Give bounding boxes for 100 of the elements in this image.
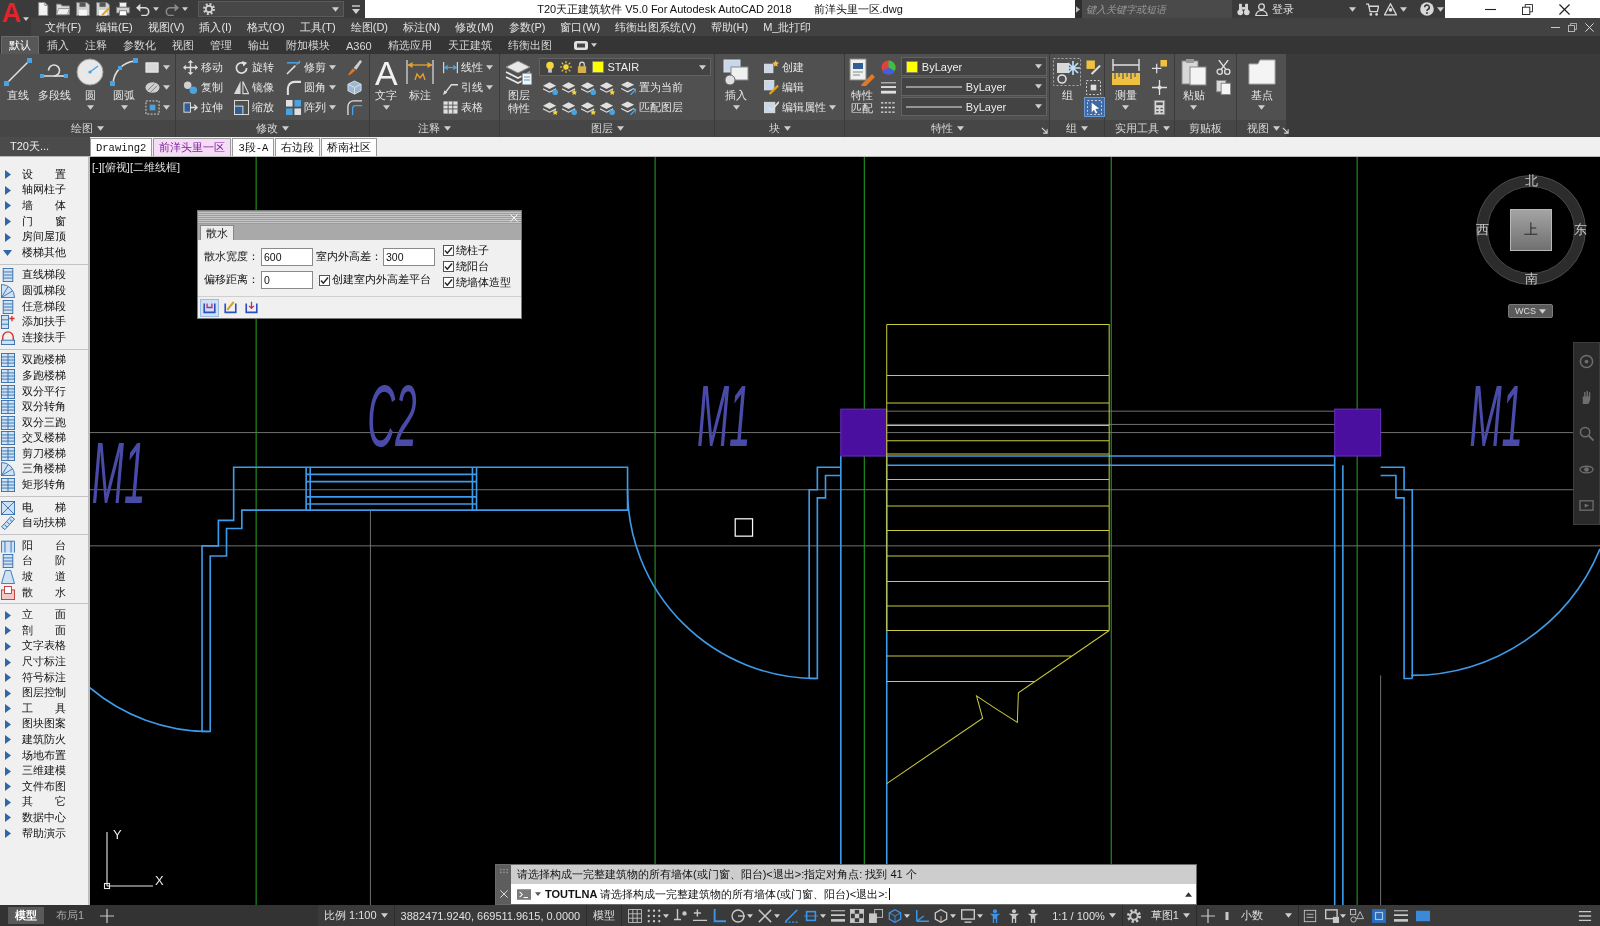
- tree-item[interactable]: 建筑防火: [0, 732, 88, 748]
- layer-sheet-icon[interactable]: [599, 79, 615, 95]
- tree-item[interactable]: 房间屋顶: [0, 229, 88, 245]
- ribbon-button[interactable]: [1213, 77, 1233, 97]
- scale-dropdown[interactable]: 比例 1:100: [318, 905, 395, 926]
- gear-icon[interactable]: [1126, 908, 1141, 923]
- layout-tab[interactable]: 布局1: [49, 907, 92, 924]
- ribbon-button[interactable]: 创建: [761, 57, 838, 77]
- compass-label[interactable]: 北: [1524, 174, 1538, 188]
- ribbon-tab[interactable]: 管理: [202, 36, 240, 54]
- ribbon-tab[interactable]: 视图: [164, 36, 202, 54]
- ribbon-button[interactable]: 阵列: [283, 97, 338, 117]
- tree-item[interactable]: 直线梯段: [0, 267, 88, 284]
- ribbon-button[interactable]: 线性: [440, 57, 495, 77]
- ribbon-button[interactable]: [1213, 57, 1233, 77]
- menu-item[interactable]: 窗口(W): [560, 19, 601, 35]
- grid-icon[interactable]: [628, 908, 643, 923]
- viewcube-face[interactable]: 上: [1510, 209, 1552, 251]
- viewcube-ring[interactable]: [1476, 175, 1586, 285]
- tree-item[interactable]: 立 面: [0, 607, 88, 624]
- ribbon-button[interactable]: 多段线: [36, 56, 72, 102]
- menu-item[interactable]: 格式(O): [246, 19, 285, 35]
- document-tab[interactable]: 前洋头里一区: [153, 138, 232, 156]
- ribbon-button[interactable]: [143, 97, 173, 117]
- polar-circle-icon[interactable]: [731, 908, 746, 923]
- ribbon-button[interactable]: 基点: [1246, 56, 1277, 110]
- menu-item[interactable]: 参数(P): [508, 19, 546, 35]
- caret-icon[interactable]: [820, 913, 827, 918]
- compass-label[interactable]: 西: [1475, 223, 1489, 237]
- ribbon-button[interactable]: 匹配图层: [618, 97, 685, 117]
- layer-sheet-icon[interactable]: [580, 99, 596, 115]
- ribbon-tab[interactable]: 默认: [1, 36, 39, 54]
- plus-icon[interactable]: [100, 908, 115, 923]
- caret-icon[interactable]: [1400, 6, 1407, 12]
- tree-item[interactable]: 连接扶手: [0, 329, 88, 346]
- caret-icon[interactable]: [1349, 6, 1356, 12]
- ribbon-tab[interactable]: 天正建筑: [439, 36, 500, 54]
- tree-item[interactable]: 双分三跑: [0, 414, 88, 431]
- ribbon-button[interactable]: [1084, 97, 1105, 117]
- caret-up-icon[interactable]: [1185, 891, 1192, 897]
- menu-item[interactable]: 修改(M): [455, 19, 494, 35]
- dropdown-field[interactable]: ByLayer: [900, 77, 1047, 96]
- compass-label[interactable]: 南: [1524, 272, 1538, 286]
- viewport-controls[interactable]: [-][俯视][二维线框]: [92, 160, 180, 175]
- coordinate-system-menu[interactable]: WCS: [1508, 304, 1553, 318]
- launcher-arrow-icon[interactable]: [1281, 127, 1289, 134]
- tree-item[interactable]: 数据中心: [0, 810, 88, 826]
- ribbon-button[interactable]: 粘贴: [1178, 56, 1209, 110]
- annotation-scale-dropdown[interactable]: 1:1 / 100%: [1046, 905, 1123, 926]
- document-tab[interactable]: 3段-A: [232, 138, 275, 156]
- tree-item[interactable]: 楼梯其他: [0, 244, 88, 261]
- tree-item[interactable]: 阳 台: [0, 538, 88, 554]
- tree-item[interactable]: 电 梯: [0, 499, 88, 516]
- caret-icon[interactable]: [182, 7, 188, 11]
- caret-bar-icon[interactable]: [352, 4, 360, 14]
- tree-item[interactable]: 墙 体: [0, 198, 88, 214]
- layer-sheet-icon[interactable]: [599, 99, 615, 115]
- ribbon-button[interactable]: 编辑: [761, 77, 838, 97]
- menu-item[interactable]: 插入(I): [199, 19, 232, 35]
- caret-icon[interactable]: [663, 913, 670, 918]
- dropdown-field[interactable]: STAIR: [538, 58, 711, 76]
- ribbon-tab[interactable]: 插入: [39, 36, 77, 54]
- line-dot-icon[interactable]: [674, 908, 689, 923]
- chip-square-icon[interactable]: [1371, 908, 1386, 923]
- ribbon-button[interactable]: 缩放: [232, 97, 277, 117]
- command-prompt-icon[interactable]: [517, 888, 531, 900]
- ribbon-button[interactable]: 直线: [2, 56, 33, 102]
- tree-item[interactable]: 多跑楼梯: [0, 368, 88, 384]
- caret-icon[interactable]: [535, 892, 541, 896]
- undo-arrow-icon[interactable]: [136, 2, 150, 16]
- caret-icon[interactable]: [977, 913, 984, 918]
- cross-lines-icon[interactable]: [758, 908, 773, 923]
- window-lines-icon[interactable]: [1302, 908, 1317, 923]
- tree-item[interactable]: 帮助演示: [0, 825, 88, 842]
- panel-toggle-icon[interactable]: [573, 40, 588, 51]
- tree-item[interactable]: 添加扶手: [0, 314, 88, 330]
- document-tab[interactable]: Drawing2: [90, 138, 153, 156]
- tree-item[interactable]: 双分平行: [0, 383, 88, 400]
- triangle-people-icon[interactable]: [1384, 2, 1397, 16]
- ribbon-button[interactable]: 图层特性: [503, 56, 534, 115]
- ribbon-button[interactable]: 复制: [180, 77, 225, 97]
- caret-icon[interactable]: [1437, 6, 1444, 12]
- tree-item[interactable]: 图块图案: [0, 716, 88, 733]
- help-icon[interactable]: [1420, 2, 1434, 16]
- ribbon-button[interactable]: [1149, 77, 1169, 97]
- line-weights-icon[interactable]: [831, 908, 846, 923]
- caret-icon[interactable]: [747, 913, 754, 918]
- caret-icon[interactable]: [904, 913, 911, 918]
- ribbon-tab[interactable]: 输出: [240, 36, 278, 54]
- ribbon-button[interactable]: 镜像: [232, 77, 277, 97]
- tree-item[interactable]: 圆弧梯段: [0, 283, 88, 299]
- checkbox[interactable]: [443, 261, 454, 272]
- ribbon-button[interactable]: 编辑属性: [761, 97, 838, 117]
- axes-icon[interactable]: [915, 908, 930, 923]
- layer-sheet-icon[interactable]: [561, 99, 577, 115]
- units-dropdown[interactable]: 小数: [1234, 905, 1299, 926]
- ribbon-button[interactable]: [345, 77, 365, 97]
- toolbar-button[interactable]: [200, 298, 219, 317]
- ribbon-button[interactable]: [345, 97, 365, 117]
- cube-outline-icon[interactable]: [934, 908, 949, 923]
